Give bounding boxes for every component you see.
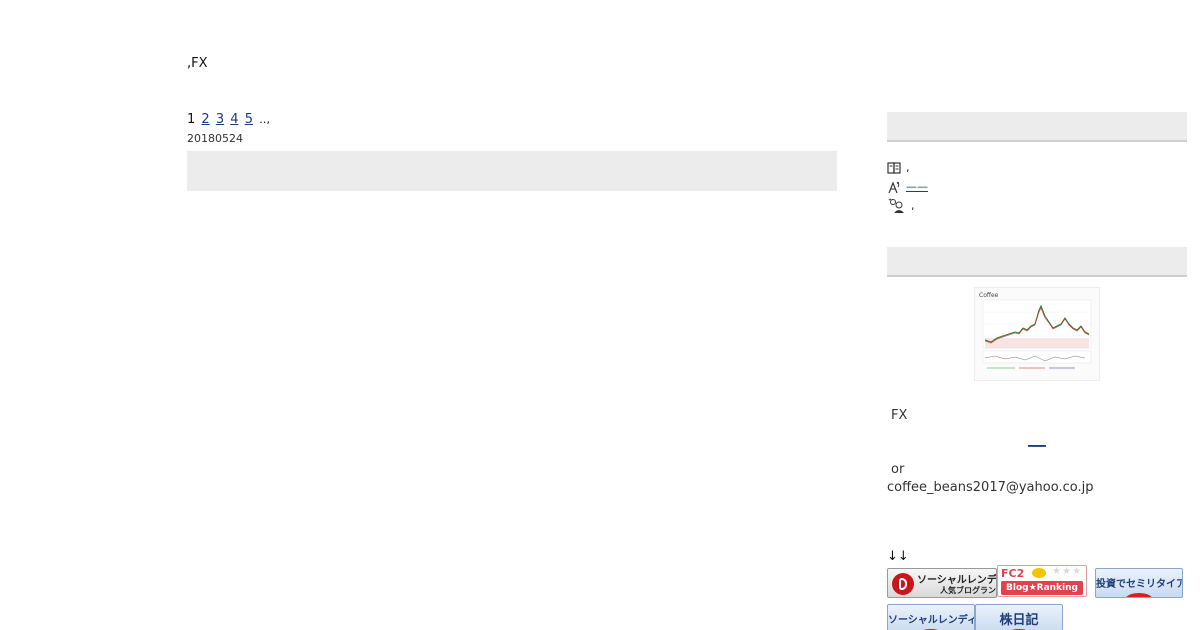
banner-social-lending-title: ソーシャルレンディング xyxy=(917,575,997,586)
sidebar-row-people-text: , xyxy=(911,199,915,212)
page-link-5[interactable]: 5 xyxy=(245,112,253,127)
post-title-bar xyxy=(187,151,837,191)
sidebar-row-antenna-link[interactable]: —— xyxy=(906,177,928,196)
banner-semi-retire-label: 投資でセミリタイア生活 xyxy=(1096,579,1182,590)
social-lending-logo-icon xyxy=(892,573,914,595)
profile-or: or xyxy=(891,462,905,477)
arrows-text: ↓↓ xyxy=(887,549,909,564)
people-icon xyxy=(887,198,907,214)
sidebar-header-1 xyxy=(887,112,1187,142)
sidebar-row-antenna[interactable]: —— xyxy=(887,177,1187,196)
page-link-4[interactable]: 4 xyxy=(230,112,238,127)
main-column: ,FX 1 2 3 4 5 ‥, 20180524 xyxy=(187,56,837,191)
profile-fx: FX xyxy=(891,408,908,423)
sidebar-row-book[interactable]: , xyxy=(887,158,1187,177)
sidebar: , —— , Coffee FX ___ or coffee_beans2017… xyxy=(887,112,1187,630)
sidebar-row-people[interactable]: , xyxy=(887,196,1187,215)
banner-kabu-nikki-label: 株日記 xyxy=(999,613,1039,628)
contact-email: coffee_beans2017@yahoo.co.jp xyxy=(887,480,1094,495)
page-link-3[interactable]: 3 xyxy=(216,112,224,127)
sidebar-links: , —— , xyxy=(887,158,1187,215)
profile-link-row: ___ xyxy=(887,429,1187,447)
banner-row-1: ソーシャルレンディング 人気ブログランキング FC2 ★★★ Blog★Rank… xyxy=(887,565,1187,598)
profile-chart-image: Coffee xyxy=(974,287,1100,381)
banner-kabu-nikki[interactable]: 株日記 xyxy=(975,604,1063,630)
banner-fc2-label: Blog★Ranking xyxy=(1001,581,1083,595)
banner-row-2: ソーシャルレンディング 株日記 xyxy=(887,604,1187,630)
fc2-mascot-icon xyxy=(1032,568,1046,578)
book-icon xyxy=(887,161,902,174)
site-title: ,FX xyxy=(187,56,208,71)
banner-social-lending-2-label: ソーシャルレンディング xyxy=(888,615,974,626)
banner-social-lending-ranking[interactable]: ソーシャルレンディング 人気ブログランキング xyxy=(887,568,997,598)
banner-semi-retire[interactable]: 投資でセミリタイア生活 xyxy=(1095,568,1183,598)
profile-link[interactable]: ___ xyxy=(1028,433,1046,447)
post-date: 20180524 xyxy=(187,132,243,145)
banner-fc2-stars: ★★★ xyxy=(1052,566,1082,577)
banner-red-badge-icon xyxy=(1125,593,1153,597)
page-link-2[interactable]: 2 xyxy=(201,112,209,127)
page-more: ‥, xyxy=(259,113,270,126)
pagination: 1 2 3 4 5 ‥, xyxy=(187,112,837,128)
sidebar-row-book-text: , xyxy=(906,161,910,174)
banner-fc2-blog-ranking[interactable]: FC2 ★★★ Blog★Ranking xyxy=(997,565,1087,597)
sidebar-header-2 xyxy=(887,247,1187,277)
chart-thumb-title: Coffee xyxy=(979,292,999,299)
banner-fc2-title: FC2 xyxy=(1001,567,1025,580)
page-current: 1 xyxy=(187,112,196,127)
banner-social-lending-subtitle: 人気ブログランキング xyxy=(940,586,996,595)
antenna-icon xyxy=(887,180,902,194)
banner-social-lending[interactable]: ソーシャルレンディング xyxy=(887,604,975,630)
page: ,FX 1 2 3 4 5 ‥, 20180524 , —— , Coffee … xyxy=(0,0,1200,630)
